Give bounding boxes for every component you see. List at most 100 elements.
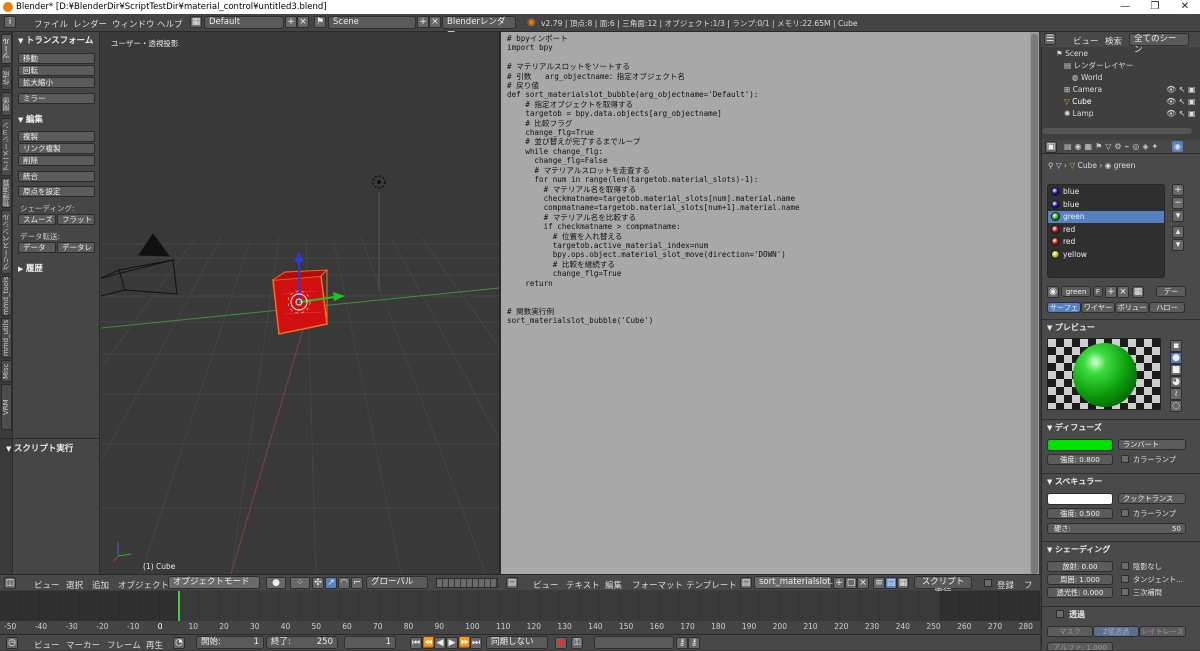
mirror-button[interactable]: ミラー [18, 93, 95, 104]
keying-set-field[interactable] [594, 636, 674, 649]
tab-physics[interactable]: 物理演算 [1, 178, 12, 208]
move-slot-down-button[interactable]: ▾ [1172, 239, 1184, 251]
unlink-text-button[interactable]: × [857, 577, 869, 589]
editor-type-outliner-icon[interactable]: ☰ [1044, 33, 1056, 45]
tab-create[interactable]: 作成 [1, 66, 12, 90]
play-button[interactable]: ▶ [446, 637, 458, 649]
line-numbers-toggle[interactable]: ≡ [873, 577, 885, 589]
editor-scrollbar[interactable] [1030, 32, 1039, 574]
syntax-toggle[interactable]: ▦ [897, 577, 909, 589]
fake-user-button[interactable]: F [1093, 286, 1103, 297]
maximize-button[interactable]: ❐ [1140, 0, 1170, 14]
record-button[interactable]: ● [555, 637, 567, 649]
unlink-material-button[interactable]: × [1117, 286, 1129, 298]
menu-help[interactable]: ヘルプ [157, 18, 183, 30]
tab-tools[interactable]: ツール [1, 34, 12, 64]
translucency-field[interactable]: 透光性: 0.000 [1047, 587, 1113, 598]
tab-mmd-tools[interactable]: mmd_tools [1, 276, 12, 316]
new-material-button[interactable]: + [1105, 286, 1117, 298]
panel-script-title[interactable]: スクリプト実行 [6, 442, 74, 454]
play-reverse-button[interactable]: ◀ [434, 637, 446, 649]
tab-misc[interactable]: Misc [1, 360, 12, 382]
smooth-button[interactable]: スムーズ [18, 214, 56, 225]
3d-viewport[interactable]: ユーザー・透視投影 (1) Cube [101, 32, 499, 574]
panel-edit-title[interactable]: 編集 [18, 113, 43, 125]
timeline-area[interactable]: -50 -40 -30 -20 -10 0 10 20 30 40 50 60 70 80 90 100 110… [0, 591, 1040, 635]
tab-wire[interactable]: ワイヤー [1081, 302, 1115, 313]
editor-type-3d-icon[interactable]: ◫ [4, 577, 16, 589]
editor-type-properties-icon[interactable]: ▣ [1045, 141, 1057, 153]
end-frame-field[interactable]: 終了: 250 [266, 636, 338, 649]
close-button[interactable]: ✕ [1170, 0, 1200, 14]
specular-ramp-checkbox[interactable] [1121, 509, 1129, 517]
tab-halo[interactable]: ハロー [1149, 302, 1185, 313]
script-code[interactable]: # bpyインポート import bpy # マテリアルスロットをソートする … [507, 34, 800, 326]
material-nodes-button[interactable]: ▦ [1132, 286, 1144, 298]
flat-button[interactable]: フラット [57, 214, 95, 225]
tab-vrm-helper[interactable]: VRM HELPER [1, 384, 12, 430]
new-text-button[interactable]: + [833, 577, 845, 589]
duplicate-linked-button[interactable]: リンク複製 [18, 143, 95, 154]
panel-transparency-title[interactable]: 透過 [1069, 609, 1085, 620]
outliner-scrollbar[interactable] [1042, 128, 1192, 134]
menu-file[interactable]: ファイル [34, 18, 68, 30]
material-context-icon[interactable]: ◉ [1172, 141, 1183, 152]
jump-key-back-button[interactable]: ⏪ [422, 637, 434, 649]
menu-timeline-view[interactable]: ビュー [34, 639, 60, 651]
editor-scrollbar-thumb[interactable] [1031, 34, 1038, 574]
add-slot-button[interactable]: + [1172, 184, 1184, 196]
shading-mode-icon[interactable]: ● [266, 577, 286, 589]
material-slot-item[interactable]: blue [1048, 186, 1164, 198]
remove-slot-button[interactable]: − [1172, 197, 1184, 209]
delete-button[interactable]: 削除 [18, 155, 95, 166]
set-origin-dropdown[interactable]: 原点を設定 [18, 186, 95, 197]
diffuse-shader-dropdown[interactable]: ランバート [1118, 439, 1186, 450]
specular-color-swatch[interactable] [1047, 493, 1113, 505]
panel-preview-title[interactable]: プレビュー [1047, 322, 1095, 333]
specular-intensity-field[interactable]: 強度: 0.500 [1047, 508, 1113, 519]
slot-specials-button[interactable]: ▾ [1172, 210, 1184, 222]
minimize-button[interactable]: — [1110, 0, 1140, 14]
alpha-field[interactable]: アルファ: 1.000 [1047, 642, 1113, 650]
menu-playback[interactable]: 再生 [146, 639, 163, 651]
menu-window[interactable]: ウィンドウ [112, 18, 155, 30]
menu-frame[interactable]: フレーム [107, 639, 141, 651]
material-link-dropdown[interactable]: デー [1156, 286, 1186, 297]
transparency-mask-button[interactable]: マスク [1047, 626, 1093, 637]
outliner-item-world[interactable]: ◍ World [1042, 72, 1192, 84]
move-button[interactable]: 移動 [18, 53, 95, 64]
material-slot-item[interactable]: red [1048, 224, 1164, 236]
text-editor[interactable]: # bpyインポート import bpy # マテリアルスロットをソートする … [501, 32, 1039, 574]
panel-transform-title[interactable]: トランスフォーム [18, 34, 94, 46]
tab-mmd-utils[interactable]: mmd_utils [1, 318, 12, 358]
text-browse-icon[interactable]: ▤ [740, 577, 752, 589]
orientation-dropdown[interactable]: グローバル [366, 576, 428, 589]
material-slot-item[interactable]: yellow [1048, 249, 1164, 261]
keying-set-icon[interactable]: ⚿ [571, 637, 583, 649]
preview-sphere-icon[interactable]: ● [1170, 352, 1182, 364]
start-frame-field[interactable]: 開始: 1 [196, 636, 264, 649]
menu-templates[interactable]: テンプレート [686, 579, 737, 591]
data-layout-button[interactable]: データレ [57, 242, 95, 253]
cubic-checkbox[interactable] [1121, 588, 1129, 596]
move-slot-up-button[interactable]: ▴ [1172, 226, 1184, 238]
properties-editor[interactable]: ▣ ▤◉▦⚑▽⚙⌁◎◈✦ ◉ ⚲ ▽ › ▽ Cube › ◉ green bl… [1041, 140, 1200, 650]
ambient-field[interactable]: 周囲: 1.000 [1047, 574, 1113, 585]
outliner-item-render-layers[interactable]: ▤ レンダーレイヤー [1042, 60, 1192, 72]
tangent-checkbox[interactable] [1121, 575, 1129, 583]
remove-layout-button[interactable]: × [297, 16, 309, 28]
manipulator-toggle-icon[interactable]: ✣ [312, 577, 324, 589]
visibility-icons[interactable]: 👁 ↖ ▣ 👁 ↖ ▣ 👁 ↖ ▣ [1166, 84, 1196, 120]
remove-scene-button[interactable]: × [429, 16, 441, 28]
tab-relations[interactable]: 関係 [1, 92, 12, 116]
add-scene-button[interactable]: + [417, 16, 429, 28]
menu-render[interactable]: レンダー [73, 18, 107, 30]
tab-animation[interactable]: アニメーション [1, 118, 12, 176]
menu-text-edit[interactable]: 編集 [605, 579, 622, 591]
specular-shader-dropdown[interactable]: クックトランス [1118, 493, 1186, 504]
preview-cube-icon[interactable]: ■ [1170, 364, 1182, 376]
render-engine-dropdown[interactable]: Blenderレンダー [442, 16, 516, 38]
tab-grease-pencil[interactable]: グリースペンシル [1, 210, 12, 274]
editor-type-timeline-icon[interactable]: ◷ [6, 637, 18, 649]
screen-layout-icon[interactable]: ▦ [190, 16, 202, 28]
